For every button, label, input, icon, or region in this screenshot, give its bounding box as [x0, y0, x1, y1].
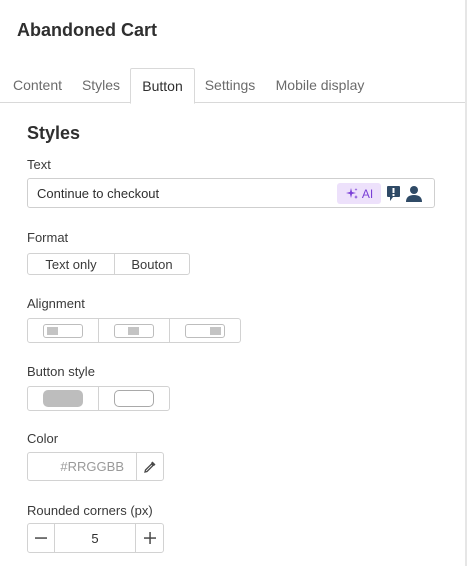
increment-button[interactable] [136, 524, 163, 552]
button-style-outline-option[interactable] [99, 387, 170, 410]
align-center-icon [114, 323, 154, 338]
eyedropper-icon [144, 461, 156, 473]
minus-icon [35, 537, 47, 539]
tab-mobile-display[interactable]: Mobile display [268, 68, 372, 103]
tab-settings[interactable]: Settings [197, 68, 263, 103]
tab-content[interactable]: Content [0, 68, 75, 103]
outline-style-icon [113, 390, 154, 407]
color-hex-input[interactable]: #RRGGBB [28, 453, 137, 480]
decrement-button[interactable] [28, 524, 55, 552]
button-style-segmented-control [27, 386, 170, 411]
filled-style-icon [42, 390, 83, 407]
page-title: Abandoned Cart [17, 20, 158, 40]
ai-button[interactable]: AI [337, 183, 381, 204]
color-label: Color [27, 431, 59, 446]
color-field: #RRGGBB [27, 452, 164, 481]
format-label: Format [27, 230, 69, 245]
align-right-icon [185, 323, 225, 338]
align-right-option[interactable] [170, 319, 240, 342]
personalization-icon[interactable] [386, 185, 402, 203]
alignment-segmented-control [27, 318, 241, 343]
align-left-icon [43, 323, 83, 338]
align-left-option[interactable] [28, 319, 99, 342]
format-segmented-control: Text only Bouton [27, 253, 190, 275]
plus-icon [143, 532, 156, 544]
section-title: Styles [27, 123, 81, 143]
rounded-corners-label: Rounded corners (px) [27, 503, 153, 518]
color-picker-button[interactable] [137, 453, 163, 480]
tab-bar: Content Styles Button Settings Mobile di… [0, 68, 465, 104]
format-button-option[interactable]: Bouton [115, 254, 189, 274]
text-field-label: Text [27, 157, 51, 172]
button-text-input[interactable]: Continue to checkout AI [27, 178, 435, 208]
tab-styles[interactable]: Styles [75, 68, 127, 103]
button-style-label: Button style [27, 364, 95, 379]
align-center-option[interactable] [99, 319, 170, 342]
rounded-corners-stepper: 5 [27, 523, 164, 553]
format-text-only-option[interactable]: Text only [28, 254, 115, 274]
sparkle-icon [345, 187, 358, 199]
ai-label: AI [361, 186, 374, 201]
user-icon[interactable] [405, 185, 423, 203]
tab-button[interactable]: Button [130, 68, 195, 104]
rounded-corners-value[interactable]: 5 [55, 524, 136, 552]
button-text-value: Continue to checkout [37, 186, 160, 201]
button-style-filled-option[interactable] [28, 387, 99, 410]
alignment-label: Alignment [27, 296, 85, 311]
